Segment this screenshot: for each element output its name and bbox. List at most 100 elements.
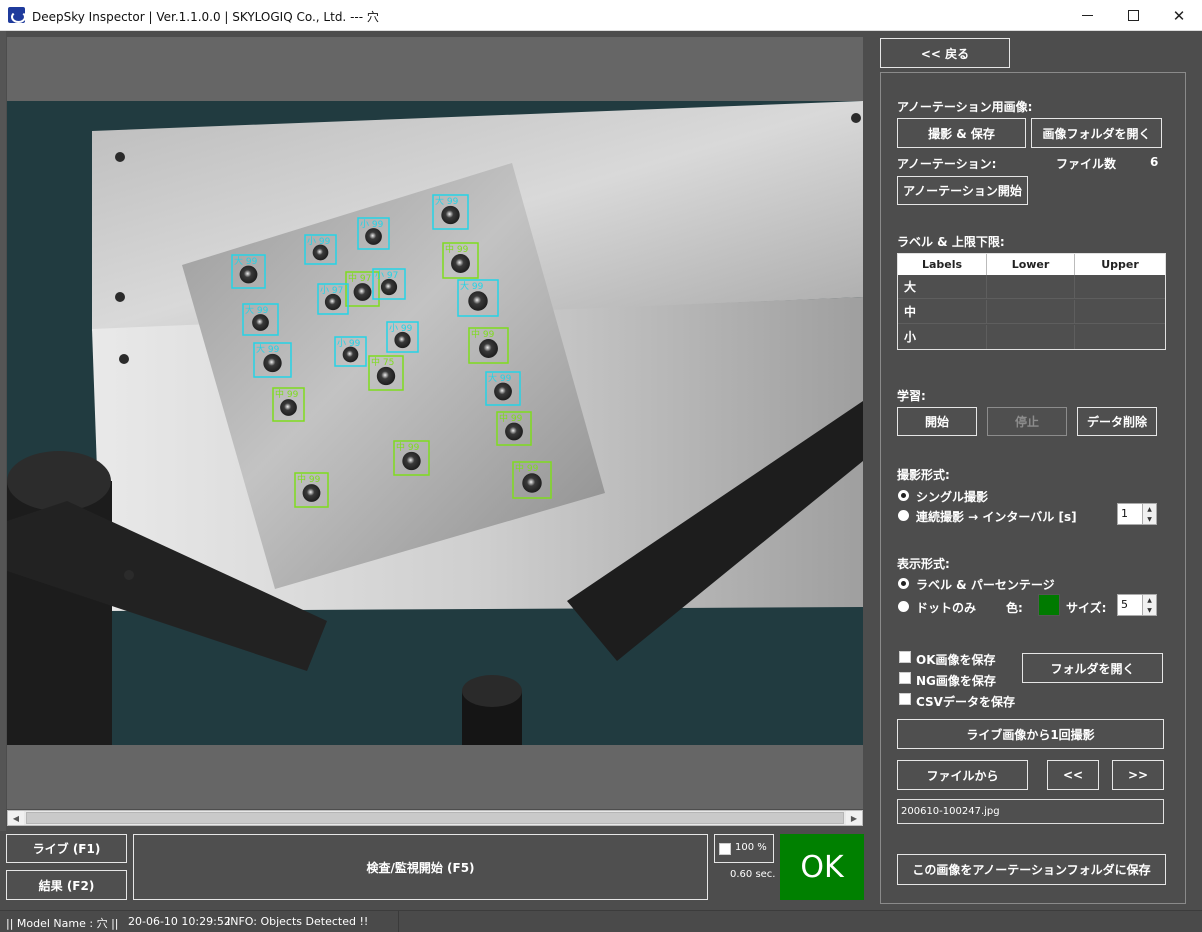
hole xyxy=(324,293,342,311)
zoom-checkbox[interactable] xyxy=(719,843,731,855)
detection-label: 大 99 xyxy=(256,343,280,355)
save-csv-checkbox[interactable] xyxy=(899,693,911,705)
maximize-icon xyxy=(1127,10,1139,21)
minimize-button[interactable] xyxy=(1064,0,1110,31)
chevron-down-icon[interactable]: ▼ xyxy=(1143,514,1156,524)
hole xyxy=(302,484,321,502)
hole xyxy=(353,283,372,301)
detection-label: 中 99 xyxy=(445,243,469,255)
close-icon: ✕ xyxy=(1172,6,1186,25)
hole xyxy=(376,366,396,386)
scroll-right-icon[interactable]: ▶ xyxy=(846,811,862,825)
chevron-down-icon[interactable]: ▼ xyxy=(1143,605,1156,615)
detection-label: 小 97 xyxy=(375,270,398,281)
detection-label: 中 99 xyxy=(471,328,495,340)
data-delete-button[interactable]: データ削除 xyxy=(1077,407,1157,436)
limits-heading: ラベル & 上限下限: xyxy=(897,235,1005,249)
annotation-heading: アノーテーション: xyxy=(897,157,997,171)
back-button[interactable]: << 戻る xyxy=(880,38,1010,68)
stepper-arrows: ▲ ▼ xyxy=(1142,595,1156,615)
open-folder-button[interactable]: フォルダを開く xyxy=(1022,653,1163,683)
detection-label: 中 99 xyxy=(396,441,420,453)
window-title: DeepSky Inspector | Ver.1.1.0.0 | SKYLOG… xyxy=(32,10,379,24)
status-datetime: 20-06-10 10:29:52 xyxy=(128,915,231,928)
table-row[interactable]: 小 xyxy=(898,325,1165,349)
result-status-badge: OK xyxy=(780,834,864,900)
label-percentage-label: ラベル & パーセンテージ xyxy=(916,578,1055,592)
hole xyxy=(280,399,297,416)
save-ng-checkbox[interactable] xyxy=(899,672,911,684)
interval-value: 1 xyxy=(1121,507,1128,520)
scroll-left-icon[interactable]: ◀ xyxy=(8,811,24,825)
scroll-thumb[interactable] xyxy=(26,812,844,824)
capture-save-button[interactable]: 撮影 & 保存 xyxy=(897,118,1026,148)
hole xyxy=(402,451,421,471)
hole xyxy=(494,382,512,401)
hole xyxy=(451,254,470,273)
from-file-button[interactable]: ファイルから xyxy=(897,760,1028,790)
next-image-button[interactable]: >> xyxy=(1112,760,1164,790)
continuous-capture-radio[interactable] xyxy=(898,510,909,521)
capture-once-button[interactable]: ライブ画像から1回撮影 xyxy=(897,719,1164,749)
prev-image-button[interactable]: << xyxy=(1047,760,1099,790)
annotation-start-button[interactable]: アノーテーション開始 xyxy=(897,176,1028,205)
file-count-label: ファイル数 xyxy=(1056,157,1117,171)
learn-start-button[interactable]: 開始 xyxy=(897,407,977,436)
save-ok-checkbox[interactable] xyxy=(899,651,911,663)
table-row[interactable]: 大 xyxy=(898,275,1165,299)
column-header-labels: Labels xyxy=(898,254,987,275)
detection-label: 小 99 xyxy=(307,236,331,247)
label-percentage-radio[interactable] xyxy=(898,578,909,589)
upper-cell[interactable] xyxy=(1075,325,1165,349)
table-row[interactable]: 中 xyxy=(898,300,1165,324)
chevron-up-icon[interactable]: ▲ xyxy=(1143,595,1156,605)
hole xyxy=(441,205,460,225)
zoom-control[interactable]: 100 % xyxy=(714,834,774,863)
upper-cell[interactable] xyxy=(1075,275,1165,299)
size-label: サイズ: xyxy=(1066,601,1107,615)
save-ng-label: NG画像を保存 xyxy=(916,674,996,688)
file-count-value: 6 xyxy=(1150,155,1159,169)
stepper-arrows: ▲ ▼ xyxy=(1142,504,1156,524)
result-button[interactable]: 結果 (F2) xyxy=(6,870,127,900)
hole xyxy=(394,331,411,349)
app-window: DeepSky Inspector | Ver.1.1.0.0 | SKYLOG… xyxy=(0,0,1202,932)
lower-cell[interactable] xyxy=(987,275,1075,299)
single-capture-radio[interactable] xyxy=(898,490,909,501)
hole xyxy=(380,278,398,296)
capture-mode-heading: 撮影形式: xyxy=(897,468,950,482)
image-viewport[interactable]: 大 99 小 99 大 99 小 99 中 99 大 99 中 97 小 97 小 97 大 99… xyxy=(7,37,863,809)
learn-stop-button[interactable]: 停止 xyxy=(987,407,1067,436)
close-button[interactable]: ✕ xyxy=(1156,0,1202,31)
dots-only-radio[interactable] xyxy=(898,601,909,612)
hole xyxy=(239,265,258,284)
live-button[interactable]: ライブ (F1) xyxy=(6,834,127,863)
maximize-button[interactable] xyxy=(1110,0,1156,31)
color-label: 色: xyxy=(1006,601,1023,615)
save-to-annotation-button[interactable]: この画像をアノーテーションフォルダに保存 xyxy=(897,854,1166,885)
inspect-start-button[interactable]: 検査/監視開始 (F5) xyxy=(133,834,708,900)
label-cell: 大 xyxy=(898,275,987,299)
minimize-icon xyxy=(1081,15,1093,16)
horizontal-scrollbar[interactable]: ◀ ▶ xyxy=(7,810,863,826)
lower-cell[interactable] xyxy=(987,300,1075,324)
size-stepper[interactable]: 5 ▲ ▼ xyxy=(1117,594,1157,616)
detection-label: 小 99 xyxy=(389,323,413,334)
label-cell: 小 xyxy=(898,325,987,349)
chevron-up-icon[interactable]: ▲ xyxy=(1143,504,1156,514)
detection-label: 小 99 xyxy=(360,219,384,230)
detection-label: 小 99 xyxy=(337,338,361,349)
learning-heading: 学習: xyxy=(897,389,926,403)
file-name-field[interactable]: 200610-100247.jpg xyxy=(897,799,1164,824)
interval-stepper[interactable]: 1 ▲ ▼ xyxy=(1117,503,1157,525)
save-csv-label: CSVデータを保存 xyxy=(916,695,1015,709)
detection-label: 大 99 xyxy=(234,255,258,267)
title-bar: DeepSky Inspector | Ver.1.1.0.0 | SKYLOG… xyxy=(0,0,1202,31)
camera-image: 大 99 小 99 大 99 小 99 中 99 大 99 中 97 小 97 小 97 大 99… xyxy=(7,101,863,745)
upper-cell[interactable] xyxy=(1075,300,1165,324)
lower-cell[interactable] xyxy=(987,325,1075,349)
label-limits-table[interactable]: Labels Lower Upper 大 中 小 xyxy=(897,253,1166,350)
detection-label: 中 99 xyxy=(515,462,539,474)
dot-color-swatch[interactable] xyxy=(1038,594,1060,616)
open-image-folder-button[interactable]: 画像フォルダを開く xyxy=(1031,118,1162,148)
